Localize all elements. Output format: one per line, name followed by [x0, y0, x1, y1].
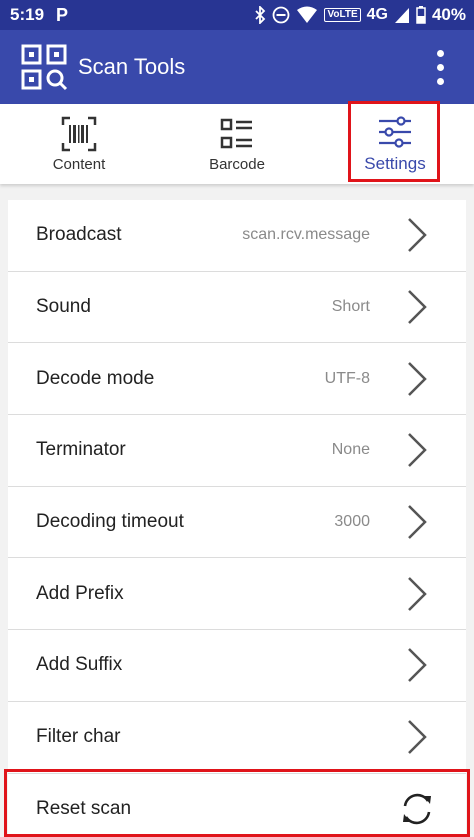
- setting-filter-char[interactable]: Filter char: [8, 702, 466, 774]
- menu-dot-icon: [436, 77, 444, 85]
- status-time: 5:19: [10, 5, 45, 24]
- setting-value: Short: [331, 298, 370, 316]
- chevron-right-icon: [408, 505, 427, 539]
- status-icons: VoLTE 4G 40%: [254, 5, 466, 25]
- setting-label: Filter char: [36, 726, 121, 748]
- chevron-right-icon: [408, 433, 427, 468]
- battery-icon: [416, 6, 426, 24]
- do-not-disturb-icon: [273, 6, 290, 24]
- chevron-right-icon: [408, 290, 427, 324]
- chevron-right-icon: [408, 648, 427, 683]
- setting-label: Add Prefix: [36, 582, 124, 604]
- setting-sound[interactable]: Sound Short: [8, 272, 466, 344]
- qr-scan-logo-icon: [21, 44, 68, 91]
- setting-label: Reset scan: [36, 798, 132, 820]
- setting-add-prefix[interactable]: Add Prefix: [8, 558, 466, 631]
- setting-decode-mode[interactable]: Decode mode UTF-8: [8, 343, 466, 416]
- setting-label: Sound: [36, 296, 91, 318]
- menu-dot-icon: [436, 49, 444, 57]
- setting-decoding-timeout[interactable]: Decoding timeout 3000: [8, 487, 466, 559]
- settings-card: Broadcast scan.rcv.message Sound Short D…: [8, 200, 466, 837]
- volte-badge: VoLTE: [324, 8, 361, 22]
- chevron-right-icon: [408, 720, 427, 755]
- network-type: 4G: [366, 6, 388, 23]
- setting-add-suffix[interactable]: Add Suffix: [8, 630, 466, 702]
- setting-value: None: [331, 441, 370, 459]
- menu-dot-icon: [436, 63, 444, 71]
- app-title: Scan Tools: [78, 54, 186, 79]
- bluetooth-icon: [255, 6, 266, 24]
- app-bar: Scan Tools: [0, 30, 474, 104]
- tab-label: Settings: [364, 154, 426, 173]
- tab-settings[interactable]: Settings: [316, 104, 474, 184]
- sliders-icon: [379, 116, 411, 148]
- signal-icon: [394, 8, 409, 23]
- setting-label: Broadcast: [36, 224, 122, 246]
- setting-label: Decoding timeout: [36, 511, 184, 533]
- wifi-icon: [297, 6, 318, 23]
- barcode-scan-icon: [61, 116, 97, 151]
- settings-list: Broadcast scan.rcv.message Sound Short D…: [0, 184, 474, 837]
- status-bar: 5:19 P VoLTE 4G 40%: [0, 0, 474, 30]
- parking-notification-icon: P: [56, 4, 69, 25]
- setting-value: scan.rcv.message: [242, 226, 370, 244]
- setting-terminator[interactable]: Terminator None: [8, 415, 466, 487]
- overflow-menu-button[interactable]: [428, 43, 452, 91]
- chevron-right-icon: [408, 218, 427, 253]
- setting-label: Decode mode: [36, 367, 155, 389]
- setting-broadcast[interactable]: Broadcast scan.rcv.message: [8, 200, 466, 272]
- battery-percent: 40%: [431, 5, 466, 24]
- tab-barcode[interactable]: Barcode: [158, 104, 316, 184]
- refresh-icon[interactable]: [398, 790, 436, 828]
- tab-label: Content: [52, 155, 106, 173]
- tab-content[interactable]: Content: [0, 104, 158, 184]
- setting-value: 3000: [334, 513, 370, 531]
- setting-label: Add Suffix: [36, 654, 123, 676]
- setting-label: Terminator: [36, 439, 126, 461]
- list-icon: [220, 118, 252, 148]
- setting-reset-scan[interactable]: Reset scan: [8, 774, 466, 837]
- setting-value: UTF-8: [324, 369, 370, 387]
- tab-label: Barcode: [209, 155, 265, 173]
- chevron-right-icon: [408, 361, 427, 396]
- chevron-right-icon: [408, 576, 427, 611]
- tab-bar: Content Barcode Settings: [0, 104, 474, 184]
